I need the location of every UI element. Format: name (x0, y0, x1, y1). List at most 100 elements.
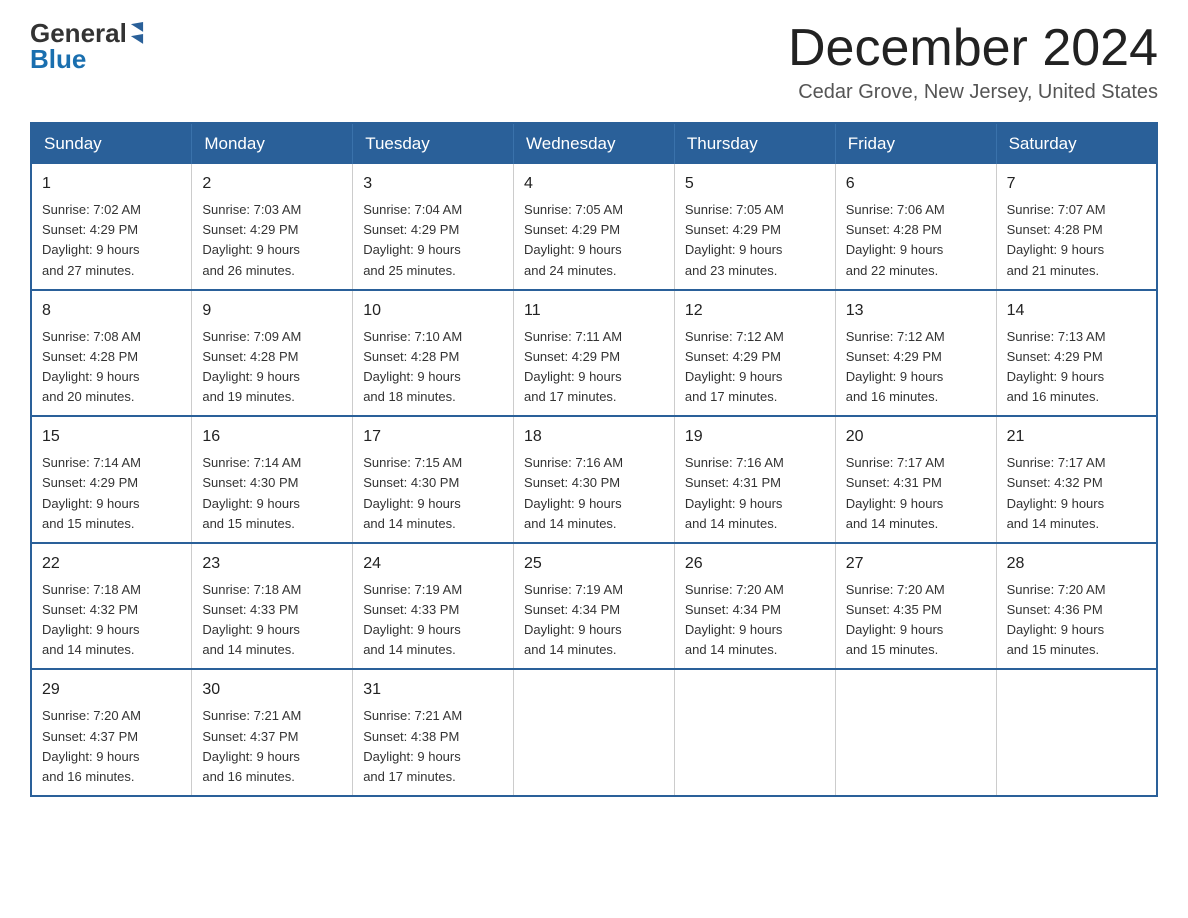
calendar-cell: 18 Sunrise: 7:16 AMSunset: 4:30 PMDaylig… (514, 416, 675, 543)
day-info: Sunrise: 7:21 AMSunset: 4:37 PMDaylight:… (202, 708, 301, 783)
day-info: Sunrise: 7:13 AMSunset: 4:29 PMDaylight:… (1007, 329, 1106, 404)
week-row-5: 29 Sunrise: 7:20 AMSunset: 4:37 PMDaylig… (31, 669, 1157, 796)
header-thursday: Thursday (674, 123, 835, 164)
day-info: Sunrise: 7:09 AMSunset: 4:28 PMDaylight:… (202, 329, 301, 404)
calendar-cell: 8 Sunrise: 7:08 AMSunset: 4:28 PMDayligh… (31, 290, 192, 417)
calendar-cell (835, 669, 996, 796)
day-number: 16 (202, 425, 342, 449)
day-info: Sunrise: 7:19 AMSunset: 4:34 PMDaylight:… (524, 582, 623, 657)
calendar-cell: 6 Sunrise: 7:06 AMSunset: 4:28 PMDayligh… (835, 164, 996, 290)
calendar-cell: 17 Sunrise: 7:15 AMSunset: 4:30 PMDaylig… (353, 416, 514, 543)
day-number: 13 (846, 299, 986, 323)
logo-general-text: General (30, 20, 127, 46)
day-number: 11 (524, 299, 664, 323)
day-number: 1 (42, 172, 181, 196)
day-info: Sunrise: 7:04 AMSunset: 4:29 PMDaylight:… (363, 202, 462, 277)
calendar-cell: 15 Sunrise: 7:14 AMSunset: 4:29 PMDaylig… (31, 416, 192, 543)
calendar-cell (514, 669, 675, 796)
day-number: 7 (1007, 172, 1146, 196)
calendar-cell: 25 Sunrise: 7:19 AMSunset: 4:34 PMDaylig… (514, 543, 675, 670)
day-info: Sunrise: 7:06 AMSunset: 4:28 PMDaylight:… (846, 202, 945, 277)
day-number: 28 (1007, 552, 1146, 576)
day-info: Sunrise: 7:12 AMSunset: 4:29 PMDaylight:… (685, 329, 784, 404)
calendar-cell: 11 Sunrise: 7:11 AMSunset: 4:29 PMDaylig… (514, 290, 675, 417)
logo: General Blue (30, 20, 143, 72)
day-number: 26 (685, 552, 825, 576)
day-info: Sunrise: 7:16 AMSunset: 4:31 PMDaylight:… (685, 455, 784, 530)
day-number: 29 (42, 678, 181, 702)
day-number: 20 (846, 425, 986, 449)
day-info: Sunrise: 7:20 AMSunset: 4:35 PMDaylight:… (846, 582, 945, 657)
calendar-cell: 19 Sunrise: 7:16 AMSunset: 4:31 PMDaylig… (674, 416, 835, 543)
logo-chevron1 (131, 22, 143, 34)
day-number: 23 (202, 552, 342, 576)
header-monday: Monday (192, 123, 353, 164)
month-title: December 2024 (788, 20, 1158, 77)
calendar-cell: 24 Sunrise: 7:19 AMSunset: 4:33 PMDaylig… (353, 543, 514, 670)
day-number: 14 (1007, 299, 1146, 323)
day-number: 6 (846, 172, 986, 196)
calendar-cell: 30 Sunrise: 7:21 AMSunset: 4:37 PMDaylig… (192, 669, 353, 796)
calendar-cell: 26 Sunrise: 7:20 AMSunset: 4:34 PMDaylig… (674, 543, 835, 670)
day-info: Sunrise: 7:07 AMSunset: 4:28 PMDaylight:… (1007, 202, 1106, 277)
day-number: 19 (685, 425, 825, 449)
day-info: Sunrise: 7:05 AMSunset: 4:29 PMDaylight:… (685, 202, 784, 277)
calendar-cell (674, 669, 835, 796)
header-sunday: Sunday (31, 123, 192, 164)
day-number: 30 (202, 678, 342, 702)
week-row-2: 8 Sunrise: 7:08 AMSunset: 4:28 PMDayligh… (31, 290, 1157, 417)
day-info: Sunrise: 7:15 AMSunset: 4:30 PMDaylight:… (363, 455, 462, 530)
day-number: 5 (685, 172, 825, 196)
day-info: Sunrise: 7:11 AMSunset: 4:29 PMDaylight:… (524, 329, 622, 404)
calendar-cell: 31 Sunrise: 7:21 AMSunset: 4:38 PMDaylig… (353, 669, 514, 796)
logo-blue-text: Blue (30, 46, 86, 72)
day-number: 3 (363, 172, 503, 196)
day-number: 8 (42, 299, 181, 323)
calendar-cell: 2 Sunrise: 7:03 AMSunset: 4:29 PMDayligh… (192, 164, 353, 290)
location-title: Cedar Grove, New Jersey, United States (788, 81, 1158, 104)
calendar-cell: 29 Sunrise: 7:20 AMSunset: 4:37 PMDaylig… (31, 669, 192, 796)
day-info: Sunrise: 7:20 AMSunset: 4:37 PMDaylight:… (42, 708, 141, 783)
day-info: Sunrise: 7:16 AMSunset: 4:30 PMDaylight:… (524, 455, 623, 530)
day-number: 22 (42, 552, 181, 576)
day-info: Sunrise: 7:18 AMSunset: 4:32 PMDaylight:… (42, 582, 141, 657)
header-friday: Friday (835, 123, 996, 164)
title-section: December 2024 Cedar Grove, New Jersey, U… (788, 20, 1158, 104)
calendar-cell: 28 Sunrise: 7:20 AMSunset: 4:36 PMDaylig… (996, 543, 1157, 670)
calendar-cell: 1 Sunrise: 7:02 AMSunset: 4:29 PMDayligh… (31, 164, 192, 290)
calendar-cell: 20 Sunrise: 7:17 AMSunset: 4:31 PMDaylig… (835, 416, 996, 543)
calendar-cell (996, 669, 1157, 796)
calendar-cell: 22 Sunrise: 7:18 AMSunset: 4:32 PMDaylig… (31, 543, 192, 670)
day-info: Sunrise: 7:17 AMSunset: 4:32 PMDaylight:… (1007, 455, 1106, 530)
calendar-cell: 14 Sunrise: 7:13 AMSunset: 4:29 PMDaylig… (996, 290, 1157, 417)
calendar-cell: 23 Sunrise: 7:18 AMSunset: 4:33 PMDaylig… (192, 543, 353, 670)
day-info: Sunrise: 7:18 AMSunset: 4:33 PMDaylight:… (202, 582, 301, 657)
day-number: 27 (846, 552, 986, 576)
day-info: Sunrise: 7:08 AMSunset: 4:28 PMDaylight:… (42, 329, 141, 404)
week-row-3: 15 Sunrise: 7:14 AMSunset: 4:29 PMDaylig… (31, 416, 1157, 543)
day-info: Sunrise: 7:05 AMSunset: 4:29 PMDaylight:… (524, 202, 623, 277)
day-number: 31 (363, 678, 503, 702)
day-info: Sunrise: 7:19 AMSunset: 4:33 PMDaylight:… (363, 582, 462, 657)
day-info: Sunrise: 7:17 AMSunset: 4:31 PMDaylight:… (846, 455, 945, 530)
day-info: Sunrise: 7:02 AMSunset: 4:29 PMDaylight:… (42, 202, 141, 277)
day-number: 17 (363, 425, 503, 449)
page-header: General Blue December 2024 Cedar Grove, … (30, 20, 1158, 104)
day-number: 12 (685, 299, 825, 323)
day-number: 4 (524, 172, 664, 196)
calendar-cell: 21 Sunrise: 7:17 AMSunset: 4:32 PMDaylig… (996, 416, 1157, 543)
day-number: 15 (42, 425, 181, 449)
calendar-header-row: Sunday Monday Tuesday Wednesday Thursday… (31, 123, 1157, 164)
day-info: Sunrise: 7:14 AMSunset: 4:29 PMDaylight:… (42, 455, 141, 530)
header-tuesday: Tuesday (353, 123, 514, 164)
calendar-table: Sunday Monday Tuesday Wednesday Thursday… (30, 122, 1158, 797)
calendar-cell: 9 Sunrise: 7:09 AMSunset: 4:28 PMDayligh… (192, 290, 353, 417)
day-number: 24 (363, 552, 503, 576)
calendar-cell: 7 Sunrise: 7:07 AMSunset: 4:28 PMDayligh… (996, 164, 1157, 290)
day-number: 25 (524, 552, 664, 576)
day-info: Sunrise: 7:12 AMSunset: 4:29 PMDaylight:… (846, 329, 945, 404)
header-wednesday: Wednesday (514, 123, 675, 164)
day-number: 10 (363, 299, 503, 323)
calendar-cell: 5 Sunrise: 7:05 AMSunset: 4:29 PMDayligh… (674, 164, 835, 290)
day-number: 9 (202, 299, 342, 323)
